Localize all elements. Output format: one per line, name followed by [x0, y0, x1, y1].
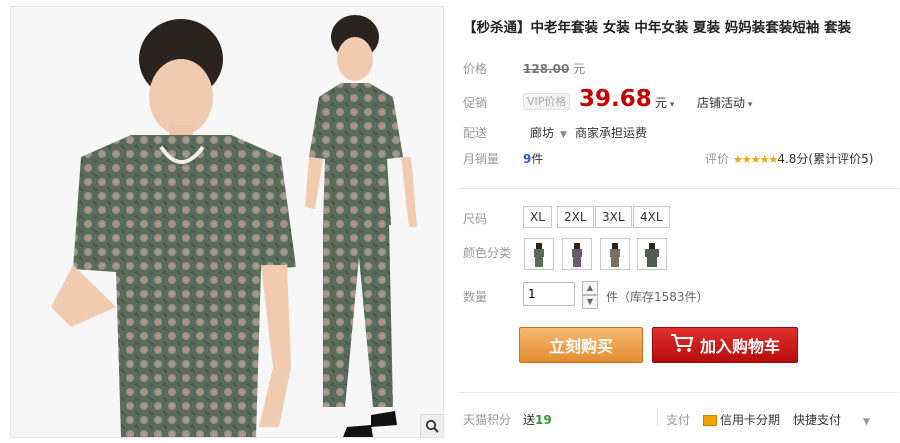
- delivery-note: 商家承担运费: [575, 126, 648, 140]
- size-option-xl[interactable]: XL: [523, 206, 552, 228]
- credit-card-installment-label: 信用卡分期: [720, 413, 781, 427]
- color-swatch[interactable]: [600, 238, 630, 270]
- color-swatch[interactable]: [562, 238, 592, 270]
- chevron-down-icon: ▾: [745, 100, 753, 110]
- size-option-4xl[interactable]: 4XL: [633, 206, 670, 228]
- tmall-points-text: 送: [523, 413, 536, 427]
- zoom-icon[interactable]: [420, 414, 443, 437]
- promo-price: 39.68: [579, 86, 652, 112]
- cart-icon: [670, 333, 694, 357]
- express-pay-label: 快捷支付: [793, 413, 842, 427]
- delivery-label: 配送: [463, 126, 488, 140]
- chevron-down-icon: ▾: [667, 100, 675, 110]
- divider: [657, 408, 658, 426]
- delivery-location-dropdown[interactable]: 廊坊 ▼: [530, 124, 567, 141]
- divider: [458, 188, 898, 189]
- tmall-points-value: 19: [535, 413, 552, 427]
- store-activity-dropdown[interactable]: 店铺活动 ▾: [697, 94, 752, 111]
- add-to-cart-button[interactable]: 加入购物车: [652, 327, 798, 363]
- caret-down-icon: ▼: [863, 417, 870, 427]
- quantity-input[interactable]: [523, 282, 575, 306]
- tmall-points-label: 天猫积分: [463, 413, 512, 427]
- buy-now-label: 立刻购买: [548, 337, 613, 356]
- monthly-sales-unit: 件: [531, 152, 544, 166]
- size-option-2xl[interactable]: 2XL: [557, 206, 594, 228]
- product-title: 【秒杀通】中老年套装 女装 中年女装 夏装 妈妈装套装短袖 套装: [463, 20, 851, 36]
- payment-label: 支付: [666, 413, 691, 427]
- promo-unit: 元: [655, 96, 668, 110]
- buy-now-button[interactable]: 立刻购买: [519, 327, 643, 363]
- original-price-currency: 元: [573, 62, 586, 76]
- monthly-sales-label: 月销量: [463, 152, 500, 166]
- monthly-sales: 9件: [523, 150, 543, 167]
- delivery-location: 廊坊: [530, 126, 555, 140]
- quantity-label: 数量: [463, 290, 488, 304]
- color-label: 颜色分类: [463, 246, 512, 260]
- rating[interactable]: 评价 ★★★★★4.8分(累计评价5): [705, 150, 873, 167]
- credit-card-icon: [703, 415, 717, 426]
- color-swatch[interactable]: [637, 238, 667, 270]
- vip-price-tag: VIP价格: [523, 93, 571, 110]
- product-photo-illustration: [51, 15, 417, 437]
- original-price: 128.00 元: [523, 60, 585, 77]
- rating-score: 4.8分(累计评价5): [777, 152, 874, 166]
- tmall-points: 送19: [523, 411, 552, 428]
- promo-label: 促销: [463, 96, 488, 110]
- add-to-cart-label: 加入购物车: [699, 337, 780, 356]
- promo-unit-dropdown[interactable]: 元 ▾: [655, 94, 674, 111]
- express-pay-dropdown[interactable]: 快捷支付 ▼: [793, 411, 870, 428]
- caret-down-icon: ▼: [560, 130, 567, 140]
- credit-card-installment[interactable]: 信用卡分期: [703, 411, 780, 428]
- size-label: 尺码: [463, 212, 488, 226]
- color-swatch[interactable]: [524, 238, 554, 270]
- star-rating-icon: ★★★★★: [733, 153, 778, 166]
- product-image[interactable]: [10, 6, 444, 438]
- stock-info: 件（库存1583件）: [606, 290, 709, 304]
- divider: [458, 392, 898, 393]
- price-label: 价格: [463, 62, 488, 76]
- rating-label: 评价: [705, 152, 730, 166]
- quantity-decrement-button[interactable]: ▼: [582, 295, 598, 309]
- original-price-value: 128.00: [523, 62, 570, 76]
- quantity-increment-button[interactable]: ▲: [582, 281, 598, 295]
- store-activity-label: 店铺活动: [697, 96, 746, 110]
- size-option-3xl[interactable]: 3XL: [595, 206, 632, 228]
